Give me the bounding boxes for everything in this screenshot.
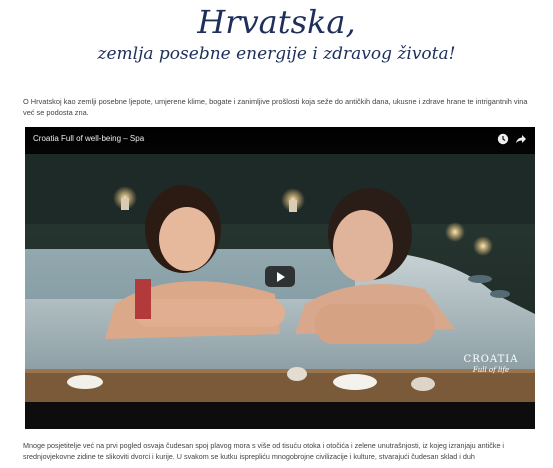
- video-top-bar: Croatia Full of well-being – Spa: [25, 127, 535, 154]
- logo-sub-text: Full of life: [472, 366, 510, 374]
- logo-main-text: CROATIA: [463, 354, 519, 365]
- video-bottom-bar: [25, 402, 535, 429]
- page-subtitle: zemlja posebne energije i zdravog života…: [97, 44, 456, 64]
- share-icon[interactable]: [515, 133, 527, 145]
- play-icon[interactable]: [265, 266, 295, 287]
- video-player[interactable]: Croatia Full of well-being – Spa CROATIA…: [25, 127, 535, 429]
- croatia-logo: CROATIA Full of life: [459, 354, 523, 374]
- page-title: Hrvatska,: [197, 3, 356, 41]
- intro-paragraph: O Hrvatskoj kao zemlji posebne ljepote, …: [23, 97, 528, 117]
- video-title[interactable]: Croatia Full of well-being – Spa: [33, 134, 144, 143]
- body-paragraph: Mnoge posjetitelje već na prvi pogled os…: [23, 441, 505, 461]
- clock-icon[interactable]: [497, 133, 509, 145]
